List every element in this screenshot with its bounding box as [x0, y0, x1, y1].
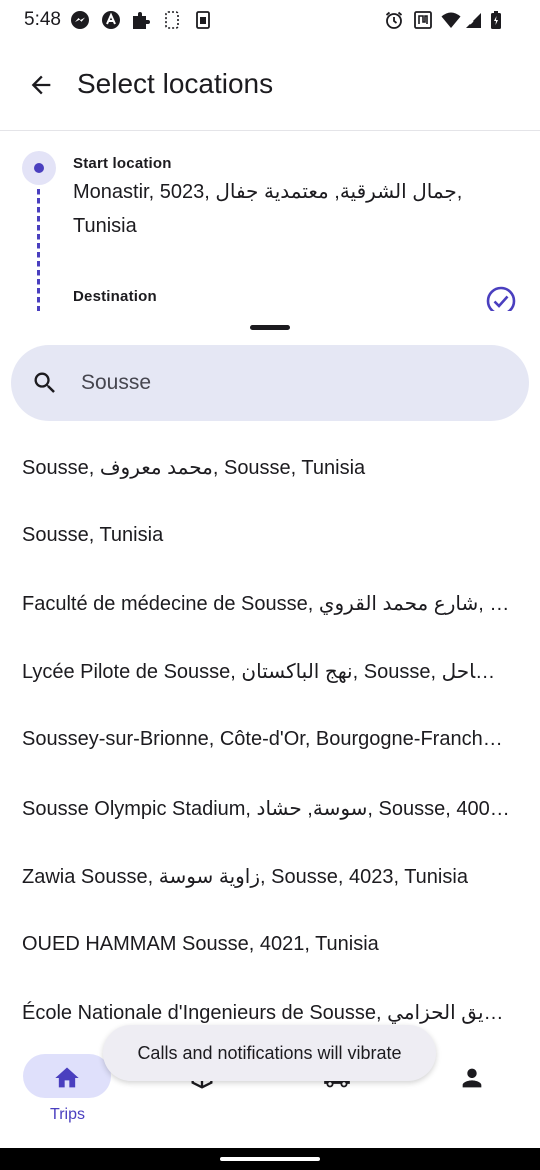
page-title: Select locations [77, 68, 274, 99]
nfc-icon [414, 11, 432, 29]
result-text: OUED HAMMAM Sousse, 4021, Tunisia [22, 932, 379, 955]
result-text: Sousse Olympic Stadium, سوسة, حشاد, Sous… [22, 797, 510, 820]
home-icon [55, 1067, 79, 1088]
dotted-box-icon [165, 11, 179, 29]
result-text: École Nationale d'Ingenieurs de Sousse, … [22, 1002, 510, 1025]
start-location-value[interactable]: Monastir, 5023, جمال الشرقية, معتمدية جف… [73, 175, 493, 243]
result-text: Zawia Sousse, زاوية سوسة, Sousse, 4023, … [22, 865, 468, 888]
nav-label-trips: Trips [50, 1106, 85, 1123]
result-item[interactable]: Zawia Sousse, زاوية سوسة, Sousse, 4023, … [0, 842, 540, 910]
sim-icon [196, 11, 210, 29]
arrow-left-icon [31, 75, 51, 95]
search-icon [34, 372, 55, 393]
toast-notification: Calls and notifications will vibrate [103, 1025, 436, 1081]
result-item[interactable]: Sousse, محمد معروف, Sousse, Tunisia [0, 433, 540, 501]
status-time: 5:48 [24, 9, 61, 30]
result-text: Lycée Pilote de Sousse, نهج الباكستان, S… [22, 661, 510, 684]
home-gesture-handle[interactable] [220, 1157, 320, 1161]
result-item[interactable]: Faculté de médecine de Sousse, شارع محمد… [0, 569, 540, 637]
app-icon [102, 11, 120, 29]
result-text: Faculté de médecine de Sousse, شارع محمد… [22, 592, 510, 615]
search-bar[interactable] [11, 345, 529, 421]
destination-label: Destination [73, 288, 157, 305]
search-input[interactable] [81, 363, 501, 403]
wifi-icon [441, 12, 461, 28]
result-item[interactable]: Sousse Olympic Stadium, سوسة, حشاد, Sous… [0, 774, 540, 842]
results-list: Sousse, محمد معروف, Sousse, Tunisia Sous… [0, 433, 540, 1047]
alarm-icon [385, 11, 403, 29]
start-marker-dot [34, 163, 44, 173]
result-text: Soussey-sur-Brionne, Côte-d'Or, Bourgogn… [22, 728, 510, 751]
puzzle-icon [133, 12, 150, 29]
status-bar: 5:48 [0, 0, 540, 40]
start-location-label: Start location [73, 155, 172, 172]
start-marker [22, 151, 56, 185]
toast-text: Calls and notifications will vibrate [137, 1042, 402, 1063]
result-item[interactable]: Lycée Pilote de Sousse, نهج الباكستان, S… [0, 638, 540, 706]
result-item[interactable]: OUED HAMMAM Sousse, 4021, Tunisia [0, 910, 540, 978]
messenger-icon [71, 11, 89, 29]
locations-panel: Start location Monastir, 5023, جمال الشر… [0, 131, 540, 311]
result-item[interactable]: Soussey-sur-Brionne, Côte-d'Or, Bourgogn… [0, 706, 540, 774]
sheet-drag-handle[interactable] [250, 325, 290, 330]
result-text: Sousse, Tunisia [22, 523, 164, 546]
gesture-navigation-bar [0, 1148, 540, 1170]
result-item[interactable]: Sousse, Tunisia [0, 501, 540, 569]
app-bar: Select locations [0, 50, 540, 122]
person-icon [462, 1068, 482, 1088]
result-text: Sousse, محمد معروف, Sousse, Tunisia [22, 456, 366, 479]
screen: 5:48 Select locations Start location Mon… [0, 0, 540, 1170]
check-circle-icon [486, 286, 516, 311]
back-button[interactable] [18, 62, 64, 108]
route-connector [37, 189, 40, 311]
signal-icon [466, 13, 481, 28]
battery-icon [491, 11, 501, 29]
